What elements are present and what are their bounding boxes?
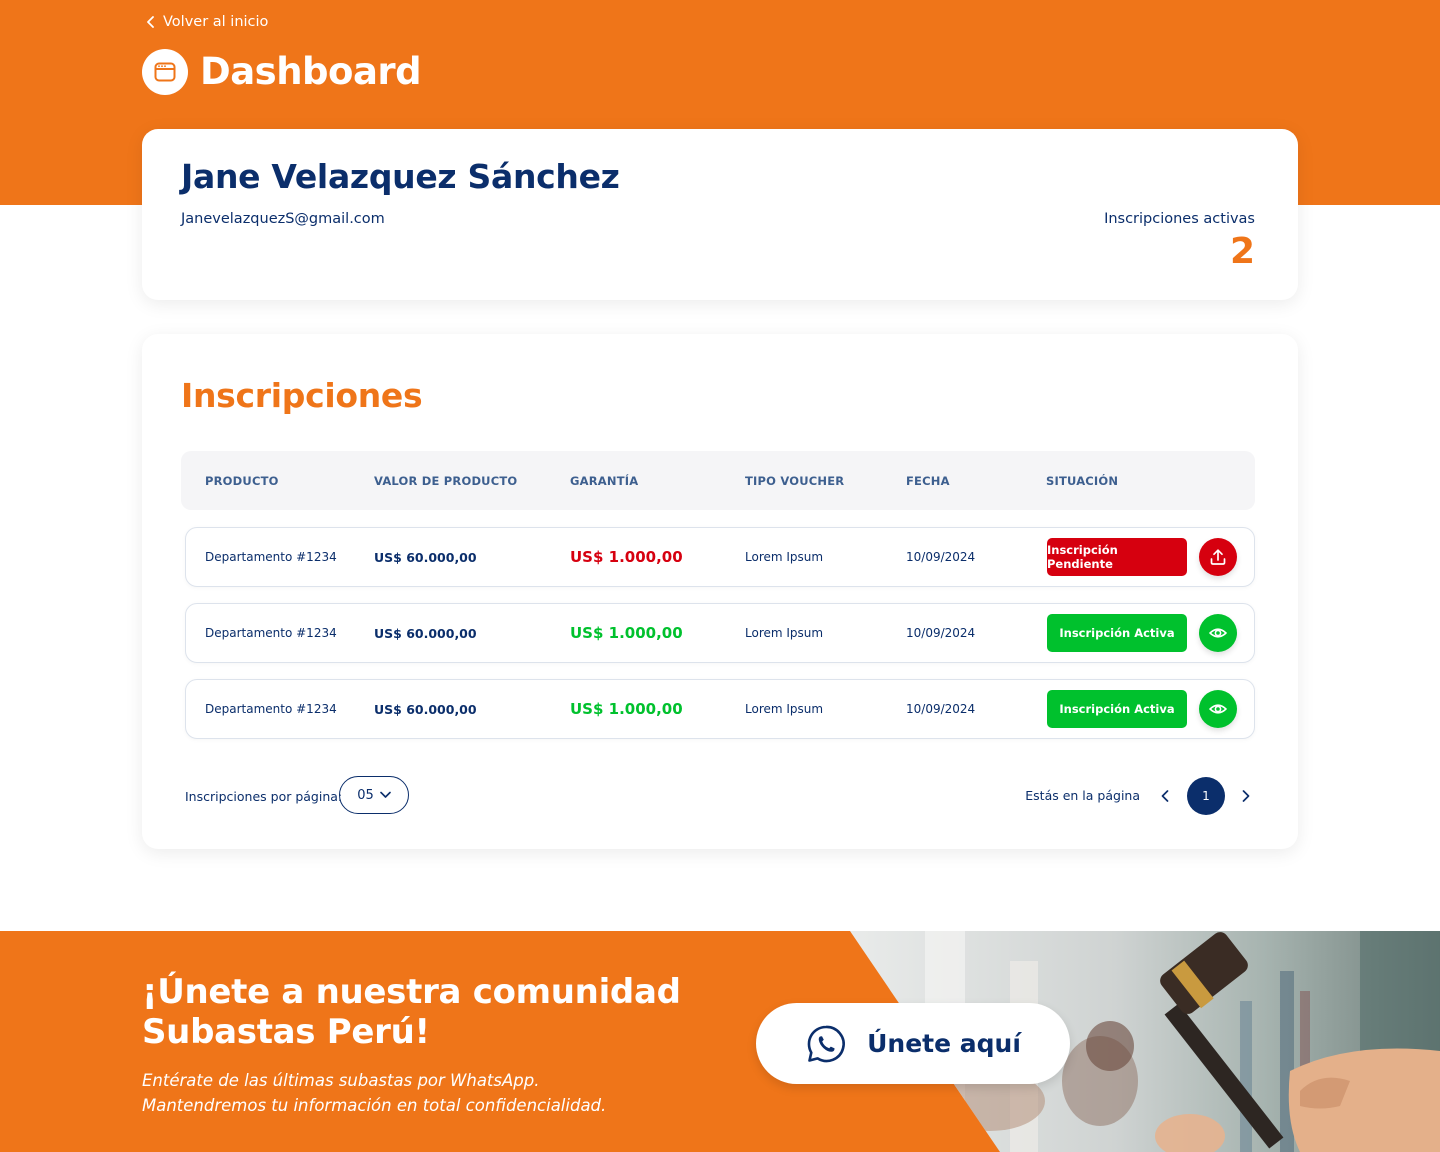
upload-icon xyxy=(1210,549,1226,565)
previous-page-button[interactable] xyxy=(1157,786,1173,806)
table-row: Departamento #1234 US$ 60.000,00 US$ 1.0… xyxy=(185,527,1255,587)
cell-guarantee: US$ 1.000,00 xyxy=(570,700,683,718)
user-email: JanevelazquezS@gmail.com xyxy=(181,211,385,227)
status-pending-button[interactable]: Inscripción Pendiente xyxy=(1047,538,1187,576)
column-header-status: SITUACIÓN xyxy=(1046,473,1119,488)
cell-product: Departamento #1234 xyxy=(205,626,337,640)
chevron-down-icon xyxy=(379,791,391,798)
dashboard-icon xyxy=(142,49,188,95)
active-registrations-count: 2 xyxy=(1229,231,1255,272)
cell-date: 10/09/2024 xyxy=(906,626,976,640)
cell-product: Departamento #1234 xyxy=(205,550,337,564)
banner-description: Entérate de las últimas subastas por Wha… xyxy=(142,1068,702,1118)
upload-voucher-button[interactable] xyxy=(1199,538,1237,576)
page-header: Dashboard xyxy=(142,48,422,96)
cell-guarantee: US$ 1.000,00 xyxy=(570,548,683,566)
eye-icon xyxy=(1209,628,1227,638)
view-registration-button[interactable] xyxy=(1199,690,1237,728)
community-banner: ¡Únete a nuestra comunidad Subastas Perú… xyxy=(0,931,1440,1152)
banner-title: ¡Únete a nuestra comunidad Subastas Perú… xyxy=(142,972,681,1052)
cell-guarantee: US$ 1.000,00 xyxy=(570,624,683,642)
status-active-button[interactable]: Inscripción Activa xyxy=(1047,614,1187,652)
page-number-button[interactable]: 1 xyxy=(1187,777,1225,815)
back-to-home-link[interactable]: Volver al inicio xyxy=(146,12,268,32)
chevron-right-icon xyxy=(1242,790,1250,802)
column-header-value: VALOR DE PRODUCTO xyxy=(374,473,518,488)
status-active-button[interactable]: Inscripción Activa xyxy=(1047,690,1187,728)
chevron-left-icon xyxy=(147,16,154,28)
cell-value: US$ 60.000,00 xyxy=(374,701,477,717)
table-row: Departamento #1234 US$ 60.000,00 US$ 1.0… xyxy=(185,679,1255,739)
eye-icon xyxy=(1209,704,1227,714)
table-row: Departamento #1234 US$ 60.000,00 US$ 1.0… xyxy=(185,603,1255,663)
per-page-value: 05 xyxy=(357,787,374,803)
cell-date: 10/09/2024 xyxy=(906,702,976,716)
table-header: PRODUCTO VALOR DE PRODUCTO GARANTÍA TIPO… xyxy=(181,451,1255,510)
chevron-left-icon xyxy=(1161,790,1169,802)
banner-text-line: Entérate de las últimas subastas por Wha… xyxy=(142,1071,540,1090)
column-header-product: PRODUCTO xyxy=(205,473,279,488)
current-page-label: Estás en la página xyxy=(1025,788,1140,803)
join-button-label: Únete aquí xyxy=(867,1029,1021,1058)
cell-voucher: Lorem Ipsum xyxy=(745,626,824,640)
active-registrations-label: Inscripciones activas xyxy=(1104,211,1255,227)
cell-date: 10/09/2024 xyxy=(906,550,976,564)
cell-value: US$ 60.000,00 xyxy=(374,549,477,565)
per-page-label: Inscripciones por página: xyxy=(185,789,343,804)
whatsapp-icon xyxy=(807,1025,845,1062)
column-header-guarantee: GARANTÍA xyxy=(570,473,639,488)
registrations-card: Inscripciones PRODUCTO VALOR DE PRODUCTO… xyxy=(142,334,1298,849)
section-title: Inscripciones xyxy=(181,376,423,415)
cell-value: US$ 60.000,00 xyxy=(374,625,477,641)
page-title: Dashboard xyxy=(200,50,422,93)
per-page-select[interactable]: 05 xyxy=(339,776,409,814)
banner-text-line: Mantendremos tu información en total con… xyxy=(142,1096,607,1115)
next-page-button[interactable] xyxy=(1238,786,1254,806)
profile-card: Jane Velazquez Sánchez JanevelazquezS@gm… xyxy=(142,129,1298,300)
cell-voucher: Lorem Ipsum xyxy=(745,550,824,564)
back-link-label: Volver al inicio xyxy=(163,14,269,30)
user-name: Jane Velazquez Sánchez xyxy=(181,157,620,196)
cell-product: Departamento #1234 xyxy=(205,702,337,716)
view-registration-button[interactable] xyxy=(1199,614,1237,652)
join-whatsapp-button[interactable]: Únete aquí xyxy=(756,1003,1070,1084)
cell-voucher: Lorem Ipsum xyxy=(745,702,824,716)
column-header-voucher: TIPO VOUCHER xyxy=(745,473,845,488)
column-header-date: FECHA xyxy=(906,473,950,488)
